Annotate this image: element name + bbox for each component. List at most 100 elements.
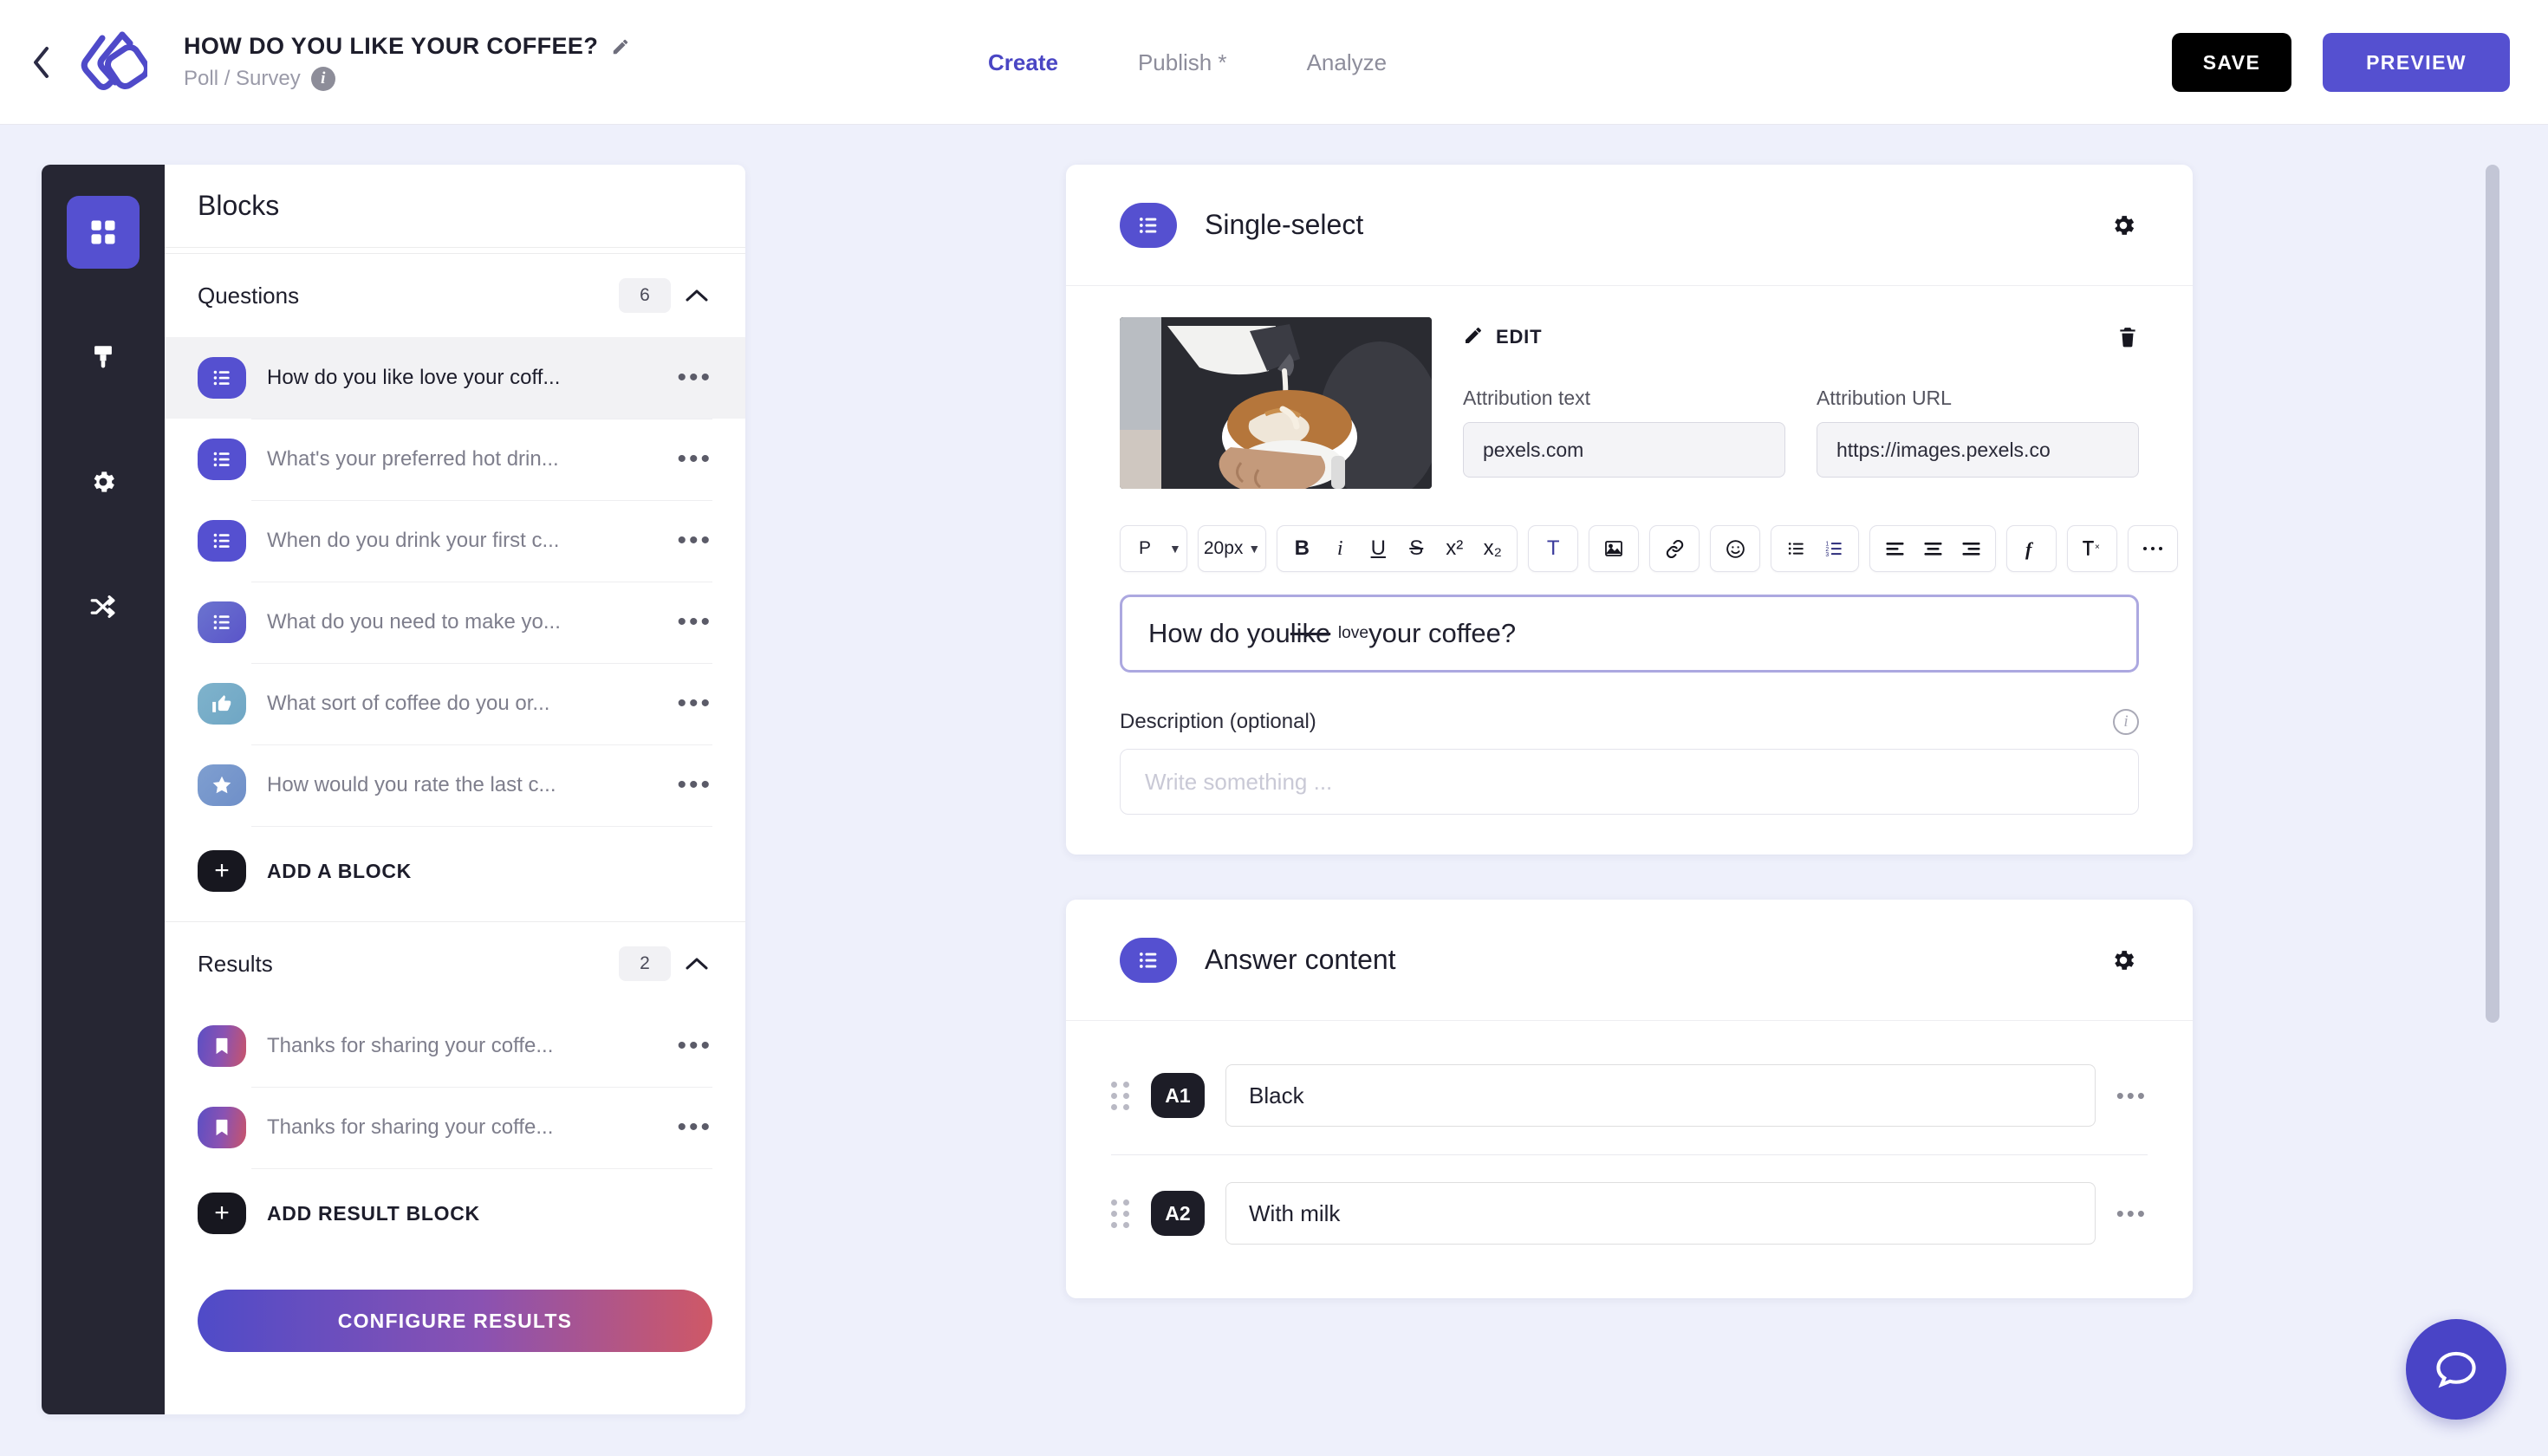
font-size-select[interactable]: 20px — [1204, 530, 1244, 568]
answer-input[interactable] — [1225, 1182, 2096, 1245]
block-item-result-2[interactable]: Thanks for sharing your coffe... ••• — [165, 1087, 745, 1168]
section-header-questions[interactable]: Questions 6 — [165, 254, 745, 337]
block-item-question-2[interactable]: What's your preferred hot drin... ••• — [165, 419, 745, 500]
add-result-block-button[interactable]: + ADD RESULT BLOCK — [165, 1168, 745, 1258]
numbered-list-icon[interactable]: 123 — [1815, 530, 1853, 568]
single-select-icon — [1120, 937, 1177, 983]
star-icon — [198, 764, 246, 806]
pencil-icon[interactable] — [610, 36, 631, 57]
lists-group: 123 — [1771, 525, 1860, 572]
questions-count-badge: 6 — [619, 278, 671, 313]
ellipsis-icon[interactable]: ••• — [677, 1115, 712, 1141]
align-center-icon[interactable] — [1914, 530, 1952, 568]
rail-item-logic[interactable] — [67, 570, 140, 643]
vertical-scrollbar[interactable] — [2486, 156, 2499, 1421]
question-text-input[interactable]: How do you like love your coffee? — [1120, 595, 2139, 673]
block-item-question-3[interactable]: When do you drink your first c... ••• — [165, 500, 745, 582]
chevron-left-icon[interactable] — [26, 41, 55, 84]
block-item-question-1[interactable]: How do you like love your coff... ••• — [165, 337, 745, 419]
configure-results-button[interactable]: CONFIGURE RESULTS — [198, 1290, 712, 1352]
gear-icon[interactable] — [2108, 210, 2139, 241]
ellipsis-icon[interactable]: ••• — [677, 1033, 712, 1059]
chevron-up-icon[interactable] — [681, 948, 712, 979]
section-label-questions: Questions — [198, 282, 300, 309]
preview-button[interactable]: PREVIEW — [2323, 33, 2510, 92]
answer-card-title: Answer content — [1205, 944, 1396, 975]
edit-image-button[interactable]: EDIT — [1463, 325, 1542, 350]
info-icon[interactable]: i — [2113, 709, 2139, 735]
main-column: Single-select EDIT Attribution text pexe… — [1066, 165, 2193, 1343]
insert-image-group — [1589, 525, 1640, 572]
add-a-block-button[interactable]: + ADD A BLOCK — [165, 826, 745, 916]
superscript-button[interactable]: x² — [1435, 530, 1473, 568]
trash-icon[interactable] — [2116, 325, 2139, 349]
thumbs-up-icon — [198, 683, 246, 725]
info-icon[interactable]: i — [310, 67, 335, 91]
answer-input[interactable] — [1225, 1064, 2096, 1127]
ellipsis-icon[interactable]: ••• — [677, 772, 712, 798]
block-item-result-1[interactable]: Thanks for sharing your coffe... ••• — [165, 1005, 745, 1087]
formula-icon[interactable]: f — [2012, 530, 2051, 568]
edit-image-label: EDIT — [1496, 326, 1543, 348]
ellipsis-icon[interactable]: ••• — [677, 446, 712, 472]
underline-button[interactable]: U — [1359, 530, 1397, 568]
insert-link-group — [1649, 525, 1700, 572]
save-button[interactable]: SAVE — [2172, 33, 2291, 92]
image-icon[interactable] — [1595, 530, 1633, 568]
attribution-url-input[interactable] — [1817, 422, 2139, 478]
strikethrough-button[interactable]: S — [1397, 530, 1435, 568]
clear-format-icon[interactable]: × — [2073, 530, 2111, 568]
chat-bubble-button[interactable] — [2406, 1319, 2506, 1420]
tab-publish[interactable]: Publish * — [1138, 49, 1227, 76]
description-input[interactable] — [1120, 749, 2139, 815]
italic-button[interactable]: i — [1321, 530, 1359, 568]
block-label: How do you like love your coff... — [267, 366, 561, 389]
tab-create[interactable]: Create — [988, 49, 1058, 76]
block-item-question-5[interactable]: What sort of coffee do you or... ••• — [165, 663, 745, 744]
ellipsis-icon[interactable]: ••• — [677, 609, 712, 635]
bookmark-icon — [198, 1025, 246, 1067]
font-size-group[interactable]: 20px ▼ — [1197, 525, 1267, 572]
block-item-question-4[interactable]: What do you need to make yo... ••• — [165, 582, 745, 663]
emoji-icon[interactable] — [1716, 530, 1754, 568]
link-icon[interactable] — [1655, 530, 1693, 568]
description-label-row: Description (optional) i — [1120, 709, 2139, 735]
block-item-question-6[interactable]: How would you rate the last c... ••• — [165, 744, 745, 826]
align-right-icon[interactable] — [1952, 530, 1990, 568]
chevron-up-icon[interactable] — [681, 280, 712, 311]
bold-button[interactable]: B — [1283, 530, 1321, 568]
multi-select-icon — [198, 601, 246, 643]
tab-analyze[interactable]: Analyze — [1307, 49, 1388, 76]
text-color-icon[interactable]: T — [1534, 530, 1572, 568]
ellipsis-icon[interactable] — [2134, 530, 2172, 568]
bullet-list-icon[interactable] — [1777, 530, 1815, 568]
section-header-results[interactable]: Results 2 — [165, 922, 745, 1005]
drag-handle-icon[interactable] — [1111, 1199, 1130, 1228]
chevron-down-icon: ▼ — [1169, 542, 1181, 556]
gear-icon[interactable] — [2108, 945, 2139, 976]
rail-item-settings[interactable] — [67, 445, 140, 518]
rail-item-blocks[interactable] — [67, 196, 140, 269]
icon-rail — [42, 165, 165, 1414]
block-format-group[interactable]: P ▼ — [1120, 525, 1187, 572]
attribution-url-field: Attribution URL — [1817, 387, 2139, 478]
rail-item-design[interactable] — [67, 321, 140, 393]
answer-row: A2 ••• — [1111, 1154, 2148, 1272]
drag-handle-icon[interactable] — [1111, 1081, 1130, 1110]
ellipsis-icon[interactable]: ••• — [677, 691, 712, 717]
title-block: HOW DO YOU LIKE YOUR COFFEE? Poll / Surv… — [184, 33, 631, 91]
scrollbar-thumb[interactable] — [2486, 165, 2499, 1023]
ellipsis-icon[interactable]: ••• — [677, 365, 712, 391]
ellipsis-icon[interactable]: ••• — [2116, 1200, 2148, 1227]
chevron-down-icon: ▼ — [1248, 542, 1261, 556]
question-image[interactable] — [1120, 317, 1432, 489]
blocks-panel: Blocks Questions 6 How do you like love … — [165, 165, 745, 1414]
block-format-select[interactable]: P — [1126, 530, 1164, 568]
ellipsis-icon[interactable]: ••• — [677, 528, 712, 554]
subscript-button[interactable]: x₂ — [1473, 530, 1511, 568]
attribution-text-input[interactable] — [1463, 422, 1785, 478]
ellipsis-icon[interactable]: ••• — [2116, 1082, 2148, 1109]
svg-text:×: × — [2095, 543, 2100, 552]
answer-rows: A1 ••• A2 ••• — [1066, 1021, 2193, 1298]
align-left-icon[interactable] — [1875, 530, 1914, 568]
